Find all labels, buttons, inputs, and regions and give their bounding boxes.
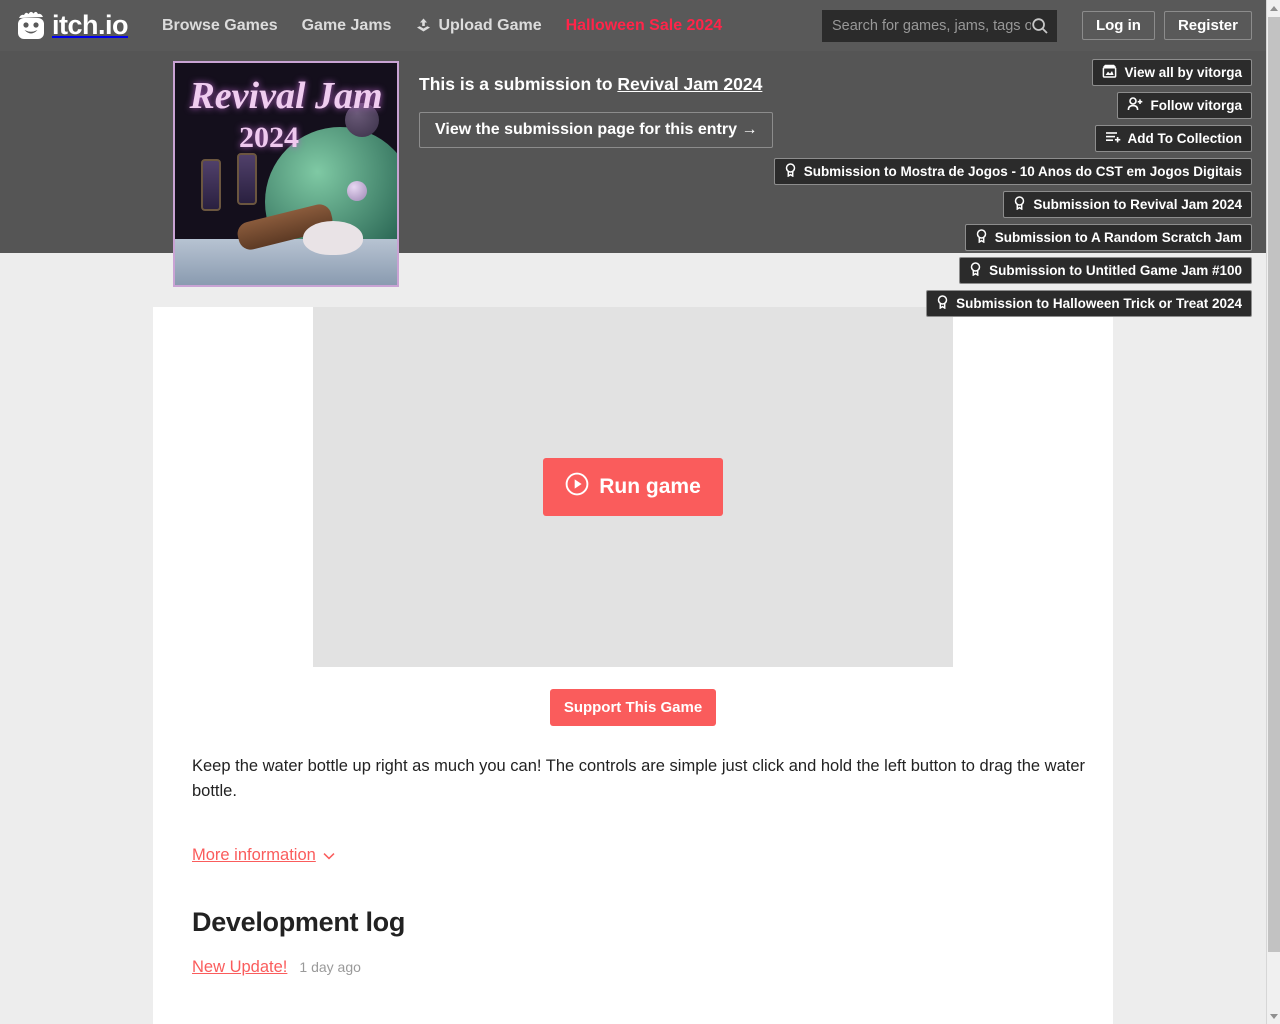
submission-badge[interactable]: Submission to Untitled Game Jam #100 xyxy=(959,257,1252,284)
follow-user-icon xyxy=(1127,97,1143,114)
devlog-entry-title[interactable]: New Update! xyxy=(192,958,287,977)
itchio-logo[interactable]: itch.io xyxy=(14,9,129,43)
nav-game-jams[interactable]: Game Jams xyxy=(290,17,404,35)
devlog-entry-timestamp: 1 day ago xyxy=(299,958,361,975)
upload-icon xyxy=(415,17,432,34)
scroll-down-button[interactable] xyxy=(1267,1008,1280,1024)
browser-viewport: itch.io Browse Games Game Jams Upload Ga… xyxy=(0,0,1266,1024)
award-icon xyxy=(784,163,797,180)
jam-submission-banner: Revival Jam 2024 This is a submission to… xyxy=(0,51,1266,317)
award-icon xyxy=(1013,196,1026,213)
nav-halloween-sale-label: Halloween Sale 2024 xyxy=(565,16,723,34)
submission-badge[interactable]: Submission to Mostra de Jogos - 10 Anos … xyxy=(773,158,1252,185)
follow-user-button[interactable]: Follow vitorga xyxy=(1117,92,1252,119)
chevron-down-icon xyxy=(323,846,335,865)
award-icon xyxy=(975,229,988,246)
submission-badge-label: Submission to Mostra de Jogos - 10 Anos … xyxy=(803,164,1242,179)
submission-badge[interactable]: Submission to A Random Scratch Jam xyxy=(964,224,1252,251)
award-icon xyxy=(969,262,982,279)
view-all-by-user-button[interactable]: View all by vitorga xyxy=(1092,59,1252,86)
nav-upload-game[interactable]: Upload Game xyxy=(403,17,553,35)
game-page-content: Run game Support This Game Keep the wate… xyxy=(153,307,1113,1024)
scroll-up-button[interactable] xyxy=(1267,0,1280,16)
nav-game-jams-label: Game Jams xyxy=(301,16,392,34)
submission-badge-label: Submission to Untitled Game Jam #100 xyxy=(989,263,1242,278)
jam-action-stack: View all by vitorga Follow vitorga Add T… xyxy=(152,59,1252,317)
award-icon xyxy=(936,295,949,312)
nav-halloween-sale[interactable]: Halloween Sale 2024 xyxy=(554,17,735,35)
submission-badge[interactable]: Submission to Halloween Trick or Treat 2… xyxy=(926,290,1252,317)
submission-badge-label: Submission to Revival Jam 2024 xyxy=(1033,197,1242,212)
register-button[interactable]: Register xyxy=(1163,11,1252,40)
add-to-collection-icon xyxy=(1105,130,1121,147)
nav-upload-game-label: Upload Game xyxy=(438,16,542,34)
chevron-up-icon xyxy=(1270,5,1278,11)
development-log-heading: Development log xyxy=(192,906,406,937)
chevron-down-icon xyxy=(1270,1013,1278,1019)
scrollbar-thumb[interactable] xyxy=(1268,17,1280,952)
game-embed-frame[interactable]: Run game xyxy=(313,307,953,667)
site-header: itch.io Browse Games Game Jams Upload Ga… xyxy=(0,0,1266,51)
support-row: Support This Game xyxy=(173,689,1093,726)
submission-badge-label: Submission to Halloween Trick or Treat 2… xyxy=(956,296,1242,311)
view-all-by-user-label: View all by vitorga xyxy=(1124,65,1242,80)
nav-browse-games[interactable]: Browse Games xyxy=(150,17,290,35)
add-to-collection-label: Add To Collection xyxy=(1127,131,1243,146)
add-to-collection-button[interactable]: Add To Collection xyxy=(1094,125,1252,152)
more-information-toggle[interactable]: More information xyxy=(192,846,335,865)
devlog-entry: New Update! 1 day ago xyxy=(192,958,1093,977)
page-background: Run game Support This Game Keep the wate… xyxy=(0,307,1266,1024)
login-button[interactable]: Log in xyxy=(1081,11,1155,40)
support-this-game-button[interactable]: Support This Game xyxy=(549,689,717,726)
game-description: Keep the water bottle up right as much y… xyxy=(192,757,1086,800)
nav-browse-games-label: Browse Games xyxy=(162,16,278,34)
logo-wordmark: itch.io xyxy=(52,10,129,40)
vertical-scrollbar[interactable] xyxy=(1266,0,1280,1024)
play-circle-icon xyxy=(565,472,589,502)
search-icon[interactable] xyxy=(1031,17,1049,35)
submission-badge-label: Submission to A Random Scratch Jam xyxy=(994,230,1242,245)
run-game-label: Run game xyxy=(599,475,701,498)
pumpkin-logo-icon xyxy=(14,9,48,43)
leave-a-comment-heading: Leave a comment xyxy=(192,1019,1093,1024)
more-information-label: More information xyxy=(192,845,316,864)
storefront-icon xyxy=(1102,64,1117,81)
run-game-button[interactable]: Run game xyxy=(543,458,723,516)
follow-user-label: Follow vitorga xyxy=(1150,98,1242,113)
search-box[interactable] xyxy=(821,9,1057,42)
search-input[interactable] xyxy=(831,17,1031,34)
submission-badge[interactable]: Submission to Revival Jam 2024 xyxy=(1003,191,1252,218)
